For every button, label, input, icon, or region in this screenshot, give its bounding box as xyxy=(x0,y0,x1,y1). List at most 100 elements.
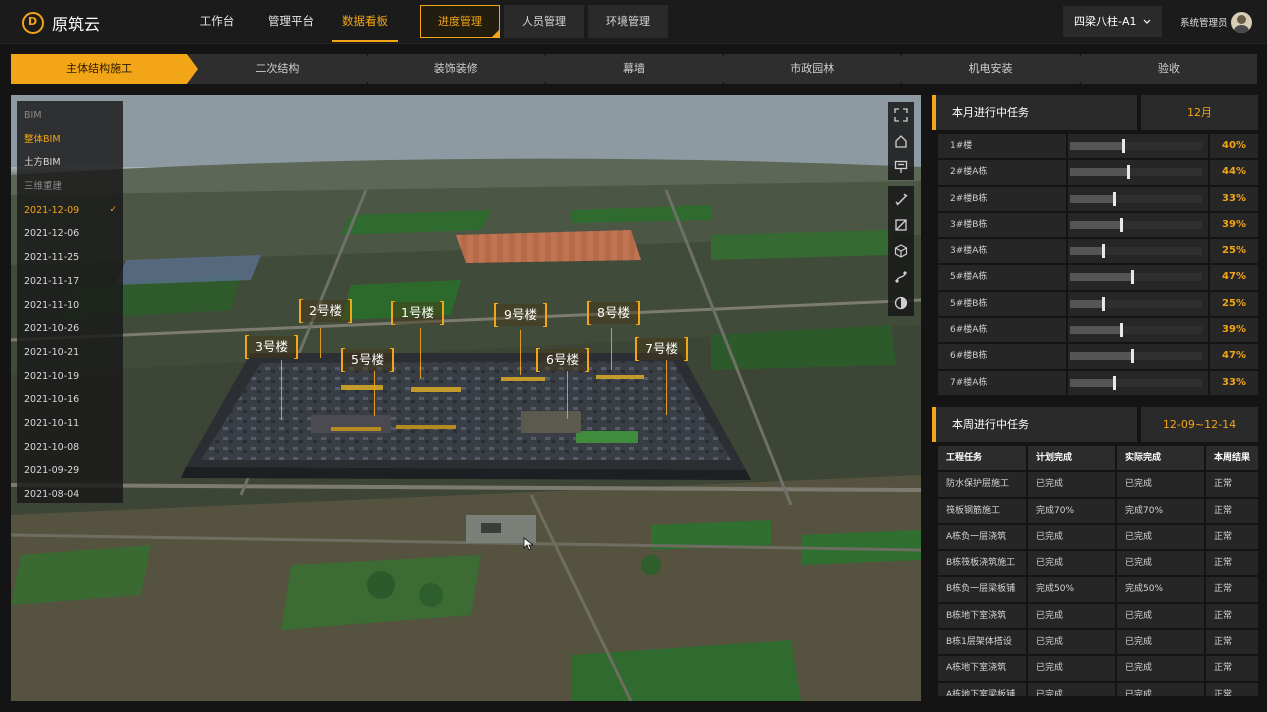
column-header-actual: 实际完成 xyxy=(1117,445,1204,471)
table-row[interactable]: A栋地下室梁板铺 已完成 已完成 正常 xyxy=(938,682,1258,696)
measure-distance-button[interactable] xyxy=(888,186,914,212)
date-item[interactable]: 2021-11-10 xyxy=(17,294,123,318)
building-label-5[interactable]: 5号楼 xyxy=(341,348,394,372)
date-item[interactable]: 2021-10-21 xyxy=(17,341,123,365)
home-button[interactable] xyxy=(888,128,914,154)
table-row[interactable]: A栋地下室浇筑 已完成 已完成 正常 xyxy=(938,656,1258,682)
tab-environment-management[interactable]: 环境管理 xyxy=(588,5,668,38)
progress-percent: 25% xyxy=(1210,239,1258,264)
shadow-icon xyxy=(894,296,908,310)
user-name[interactable]: 系统管理员 xyxy=(1180,15,1228,29)
date-item[interactable]: 2021-12-06 xyxy=(17,222,123,246)
date-item-selected[interactable]: 2021-12-09 ✓ xyxy=(17,199,123,223)
date-item[interactable]: 2021-10-11 xyxy=(17,412,123,436)
date-item[interactable]: 2021-08-04 xyxy=(17,483,123,507)
date-item[interactable]: 2021-10-19 xyxy=(17,365,123,389)
stage-main-structure[interactable]: 主体结构施工 xyxy=(11,54,199,84)
logo[interactable]: 原筑云 xyxy=(22,11,100,35)
fullscreen-button[interactable] xyxy=(888,102,914,128)
table-row[interactable]: 筏板钢筋施工 完成70% 完成70% 正常 xyxy=(938,498,1258,525)
project-select[interactable]: 四梁八柱-A1 xyxy=(1063,6,1162,37)
tab-progress-management[interactable]: 进度管理 xyxy=(420,5,500,38)
task-progress-row[interactable]: 7#楼A栋 33% xyxy=(938,370,1258,397)
cell-task: B栋地下室浇筑 xyxy=(938,603,1026,629)
table-row[interactable]: B栋筏板浇筑施工 已完成 已完成 正常 xyxy=(938,551,1258,577)
building-label-6[interactable]: 6号楼 xyxy=(536,348,589,372)
task-progress-row[interactable]: 2#楼B栋 33% xyxy=(938,186,1258,213)
task-name: 6#楼A栋 xyxy=(938,318,1066,343)
task-progress-row[interactable]: 3#楼A栋 25% xyxy=(938,239,1258,265)
table-row[interactable]: A栋负一层浇筑 已完成 已完成 正常 xyxy=(938,524,1258,551)
building-label-7[interactable]: 7号楼 xyxy=(635,337,688,361)
annotation-button[interactable] xyxy=(888,154,914,180)
stage-decoration[interactable]: 装饰装修 xyxy=(367,54,556,84)
path-button[interactable] xyxy=(888,264,914,290)
stage-curtain-wall[interactable]: 幕墙 xyxy=(545,54,734,84)
task-name: 3#楼B栋 xyxy=(938,212,1066,238)
building-label-8[interactable]: 8号楼 xyxy=(587,301,640,325)
progress-percent: 47% xyxy=(1210,265,1258,290)
nav-data-dashboard[interactable]: 数据看板 xyxy=(328,0,402,44)
sub-nav: 进度管理 人员管理 环境管理 xyxy=(420,5,668,38)
tool-group-measure xyxy=(888,186,914,316)
cell-planned: 已完成 xyxy=(1028,682,1115,696)
progress-bar xyxy=(1070,244,1202,259)
task-progress-row[interactable]: 5#楼A栋 47% xyxy=(938,265,1258,291)
date-item[interactable]: 2021-11-17 xyxy=(17,270,123,294)
building-label-3[interactable]: 3号楼 xyxy=(245,335,298,359)
task-name: 7#楼A栋 xyxy=(938,370,1066,395)
progress-cell xyxy=(1068,291,1208,317)
bim-3d-viewer[interactable]: 2号楼 1号楼 9号楼 8号楼 3号楼 5号楼 6号楼 7号楼 BIM 整体BI… xyxy=(11,95,921,701)
task-progress-row[interactable]: 6#楼B栋 47% xyxy=(938,344,1258,370)
cell-result: 正常 xyxy=(1206,577,1258,602)
weekly-period[interactable]: 12-09~12-14 xyxy=(1141,406,1258,442)
task-progress-row[interactable]: 2#楼A栋 44% xyxy=(938,160,1258,186)
task-progress-row[interactable]: 3#楼B栋 39% xyxy=(938,212,1258,239)
bim-item-overall[interactable]: 整体BIM xyxy=(17,128,123,152)
progress-percent: 47% xyxy=(1210,344,1258,369)
shadow-button[interactable] xyxy=(888,290,914,316)
progress-bar xyxy=(1070,296,1202,311)
table-row[interactable]: B栋1层架体搭设 已完成 已完成 正常 xyxy=(938,630,1258,656)
cube-icon xyxy=(894,244,908,258)
stage-acceptance[interactable]: 验收 xyxy=(1080,54,1257,84)
column-header-task: 工程任务 xyxy=(938,445,1026,471)
task-progress-row[interactable]: 6#楼A栋 39% xyxy=(938,318,1258,344)
monthly-period[interactable]: 12月 xyxy=(1141,95,1258,130)
check-icon: ✓ xyxy=(109,204,117,215)
main-nav: 工作台 管理平台 数据看板 xyxy=(180,0,402,44)
date-item[interactable]: 2021-10-16 xyxy=(17,388,123,412)
building-label-2[interactable]: 2号楼 xyxy=(299,299,352,323)
date-item[interactable]: 2021-09-29 xyxy=(17,459,123,483)
cell-result: 正常 xyxy=(1206,551,1258,576)
top-bar: 原筑云 工作台 管理平台 数据看板 进度管理 人员管理 环境管理 四梁八柱-A1… xyxy=(0,0,1267,44)
table-row[interactable]: B栋地下室浇筑 已完成 已完成 正常 xyxy=(938,603,1258,630)
nav-workbench[interactable]: 工作台 xyxy=(180,0,254,44)
annotation-icon xyxy=(894,160,908,173)
model-cube-button[interactable] xyxy=(888,238,914,264)
nav-management-platform[interactable]: 管理平台 xyxy=(254,0,328,44)
task-progress-row[interactable]: 5#楼B栋 25% xyxy=(938,291,1258,318)
date-item[interactable]: 2021-11-25 xyxy=(17,246,123,270)
date-item[interactable]: 2021-10-26 xyxy=(17,317,123,341)
mouse-cursor-icon xyxy=(523,537,533,551)
stage-mep-installation[interactable]: 机电安装 xyxy=(902,54,1090,84)
building-label-9[interactable]: 9号楼 xyxy=(494,303,547,327)
cell-task: 筏板钢筋施工 xyxy=(938,498,1026,523)
stage-municipal-landscape[interactable]: 市政园林 xyxy=(724,54,912,84)
stage-secondary-structure[interactable]: 二次结构 xyxy=(189,54,377,84)
task-progress-row[interactable]: 1#楼 40% xyxy=(938,134,1258,160)
table-row[interactable]: B栋负一层梁板铺 完成50% 完成50% 正常 xyxy=(938,577,1258,603)
date-item[interactable]: 2021-10-08 xyxy=(17,436,123,460)
table-row[interactable]: 防水保护层施工 已完成 已完成 正常 xyxy=(938,472,1258,498)
measure-area-button[interactable] xyxy=(888,212,914,238)
bim-item-3d-reconstruction[interactable]: 三维重建 xyxy=(17,175,123,199)
cell-planned: 已完成 xyxy=(1028,551,1115,576)
bim-item-earthwork[interactable]: 土方BIM xyxy=(17,151,123,175)
avatar[interactable] xyxy=(1231,12,1252,33)
tab-personnel-management[interactable]: 人员管理 xyxy=(504,5,584,38)
cell-actual: 完成50% xyxy=(1117,577,1204,602)
task-name: 6#楼B栋 xyxy=(938,344,1066,369)
building-label-1[interactable]: 1号楼 xyxy=(391,301,444,325)
progress-bar-fill xyxy=(1070,142,1123,150)
